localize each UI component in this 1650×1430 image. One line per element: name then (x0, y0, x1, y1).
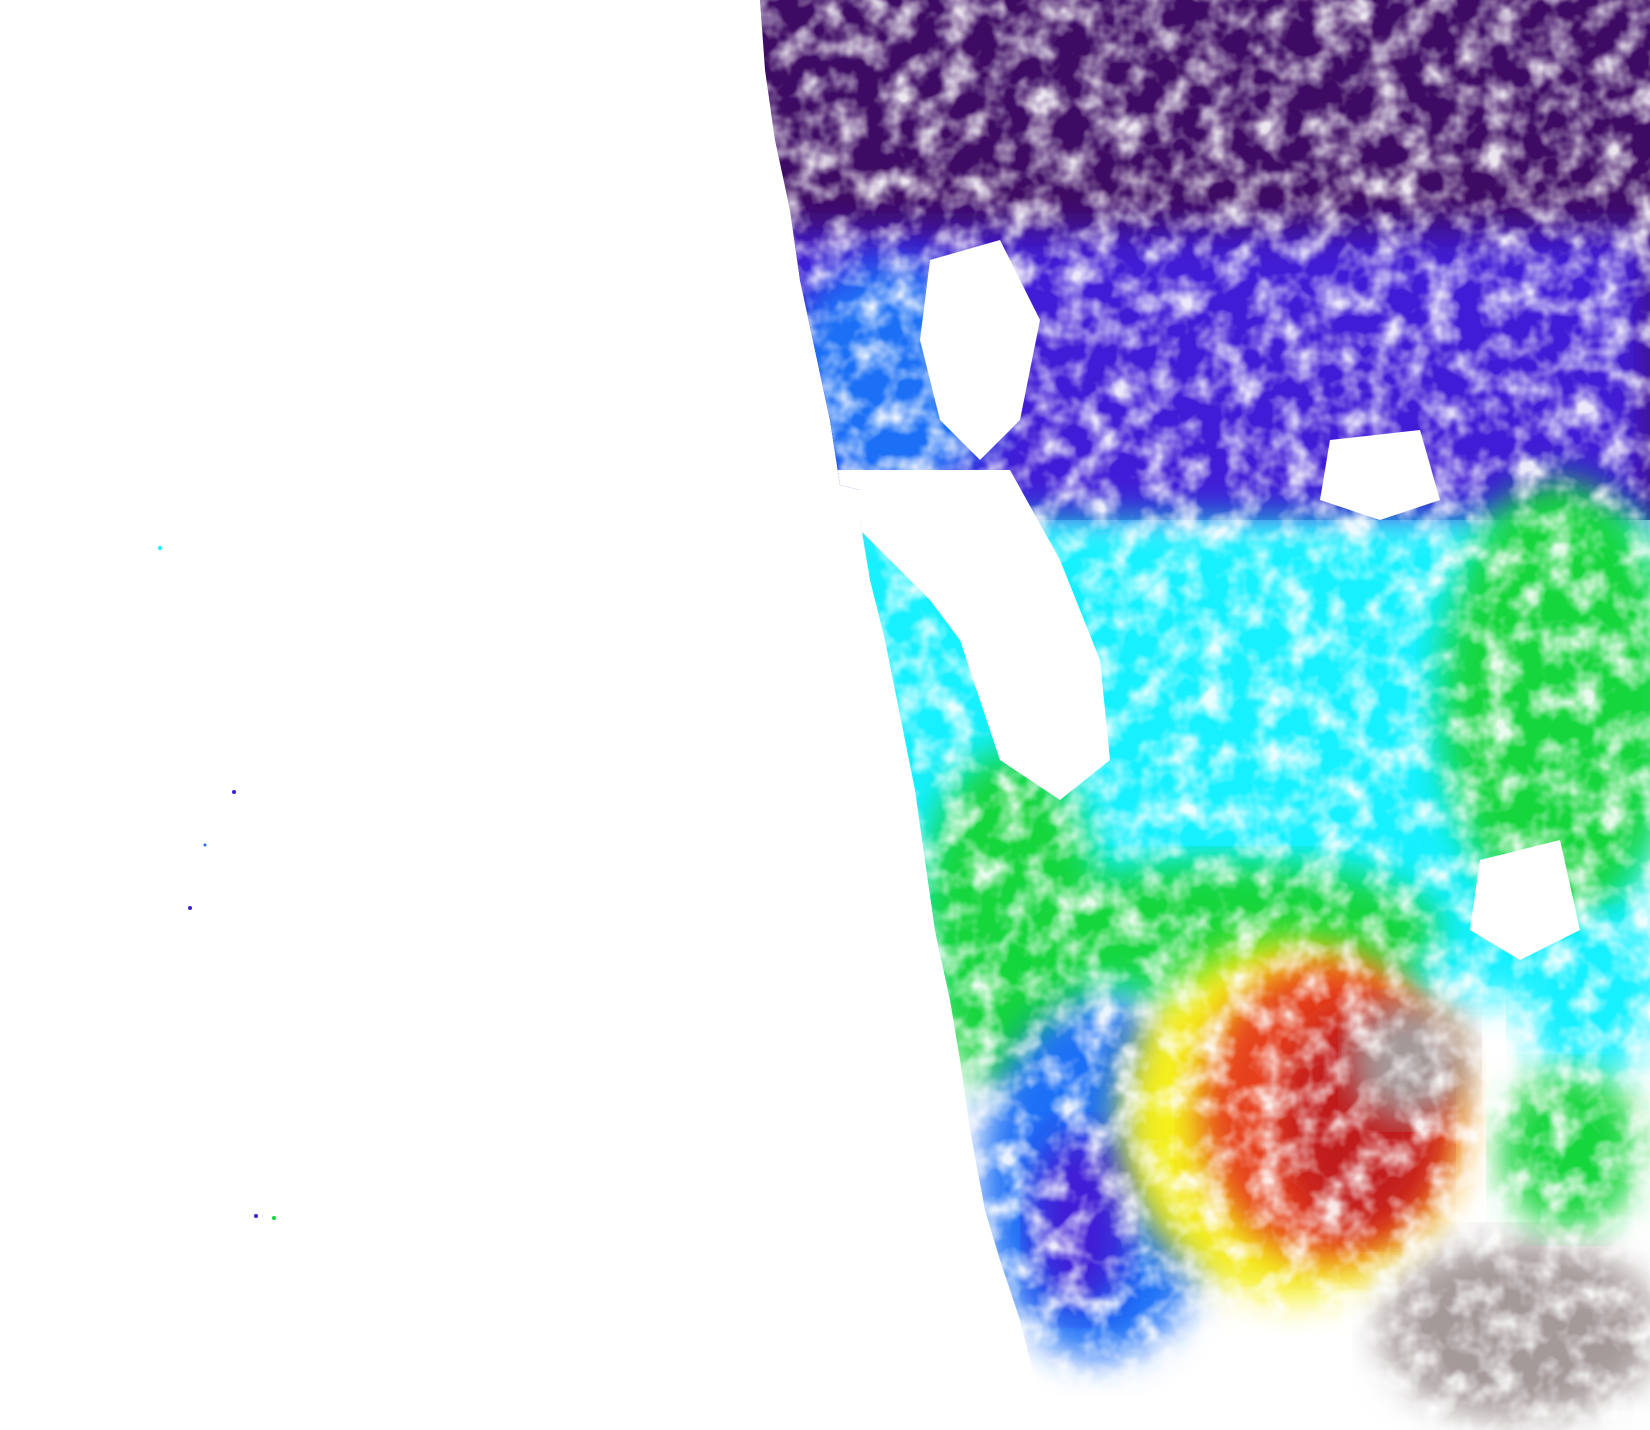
isolated-specks (158, 546, 276, 1220)
speck (232, 790, 236, 794)
speck (188, 906, 192, 910)
speck (254, 1214, 258, 1218)
map-root (0, 0, 1650, 1430)
satellite-swath-map (158, 0, 1650, 1430)
cloud-mask-noise (760, 0, 1650, 1430)
cloud-mask-layer (760, 0, 1650, 1430)
speck (158, 546, 162, 550)
speck (272, 1216, 276, 1220)
speck (203, 843, 207, 847)
